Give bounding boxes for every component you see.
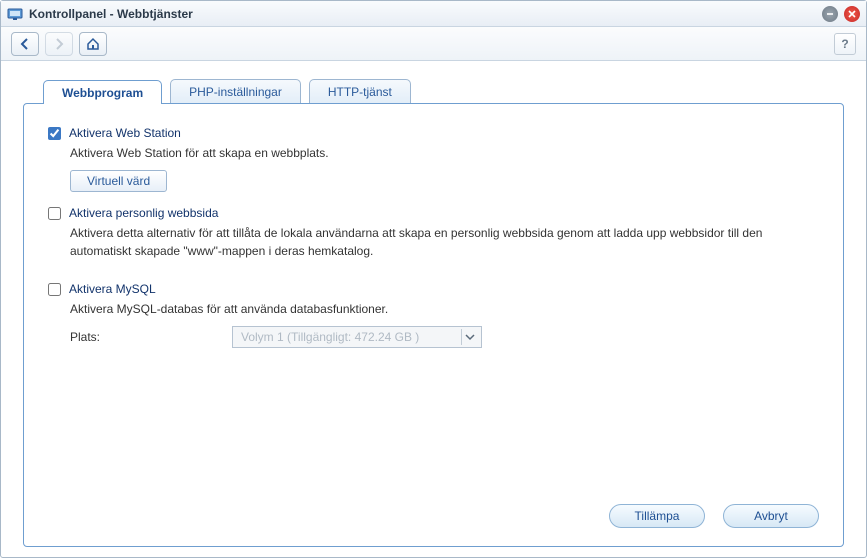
webstation-desc: Aktivera Web Station för att skapa en we… [70, 144, 819, 162]
group-personal-website: Aktivera personlig webbsida Aktivera det… [48, 206, 819, 268]
checkbox-row-mysql[interactable]: Aktivera MySQL [48, 282, 819, 296]
personal-desc: Aktivera detta alternativ för att tillåt… [70, 224, 819, 260]
enable-mysql-label: Aktivera MySQL [69, 282, 156, 296]
home-button[interactable] [79, 32, 107, 56]
tab-panel-webbprogram: Aktivera Web Station Aktivera Web Statio… [23, 103, 844, 547]
close-button[interactable] [844, 6, 860, 22]
back-button[interactable] [11, 32, 39, 56]
tab-label: PHP-inställningar [189, 85, 282, 99]
enable-mysql-checkbox[interactable] [48, 283, 61, 296]
titlebar: Kontrollpanel - Webbtjänster [1, 1, 866, 27]
group-mysql: Aktivera MySQL Aktivera MySQL-databas fö… [48, 282, 819, 348]
mysql-location-label: Plats: [70, 330, 220, 344]
minimize-button[interactable] [822, 6, 838, 22]
toolbar: ? [1, 27, 866, 61]
content-area: Webbprogram PHP-inställningar HTTP-tjäns… [1, 61, 866, 557]
panel-spacer [48, 362, 819, 494]
enable-webstation-label: Aktivera Web Station [69, 126, 181, 140]
checkbox-row-personal[interactable]: Aktivera personlig webbsida [48, 206, 819, 220]
tab-label: HTTP-tjänst [328, 85, 392, 99]
group-webstation: Aktivera Web Station Aktivera Web Statio… [48, 126, 819, 192]
app-icon [7, 6, 23, 22]
help-button[interactable]: ? [834, 33, 856, 55]
enable-personal-checkbox[interactable] [48, 207, 61, 220]
tabbar: Webbprogram PHP-inställningar HTTP-tjäns… [23, 79, 844, 103]
mysql-location-select[interactable]: Volym 1 (Tillgängligt: 472.24 GB ) [232, 326, 482, 348]
panel-footer: Tillämpa Avbryt [48, 494, 819, 528]
tab-webbprogram[interactable]: Webbprogram [43, 80, 162, 104]
tab-php-installningar[interactable]: PHP-inställningar [170, 79, 301, 103]
cancel-button[interactable]: Avbryt [723, 504, 819, 528]
checkbox-row-webstation[interactable]: Aktivera Web Station [48, 126, 819, 140]
forward-button[interactable] [45, 32, 73, 56]
virtual-host-button[interactable]: Virtuell värd [70, 170, 167, 192]
mysql-desc: Aktivera MySQL-databas för att använda d… [70, 300, 819, 318]
enable-webstation-checkbox[interactable] [48, 127, 61, 140]
window-title: Kontrollpanel - Webbtjänster [29, 7, 816, 21]
mysql-location-value: Volym 1 (Tillgängligt: 472.24 GB ) [241, 330, 419, 344]
chevron-down-icon [461, 329, 477, 345]
enable-personal-label: Aktivera personlig webbsida [69, 206, 218, 220]
tab-label: Webbprogram [62, 86, 143, 100]
apply-button[interactable]: Tillämpa [609, 504, 705, 528]
window: Kontrollpanel - Webbtjänster ? Webbprogr… [0, 0, 867, 558]
mysql-location-row: Plats: Volym 1 (Tillgängligt: 472.24 GB … [70, 326, 819, 348]
tab-http-tjanst[interactable]: HTTP-tjänst [309, 79, 411, 103]
